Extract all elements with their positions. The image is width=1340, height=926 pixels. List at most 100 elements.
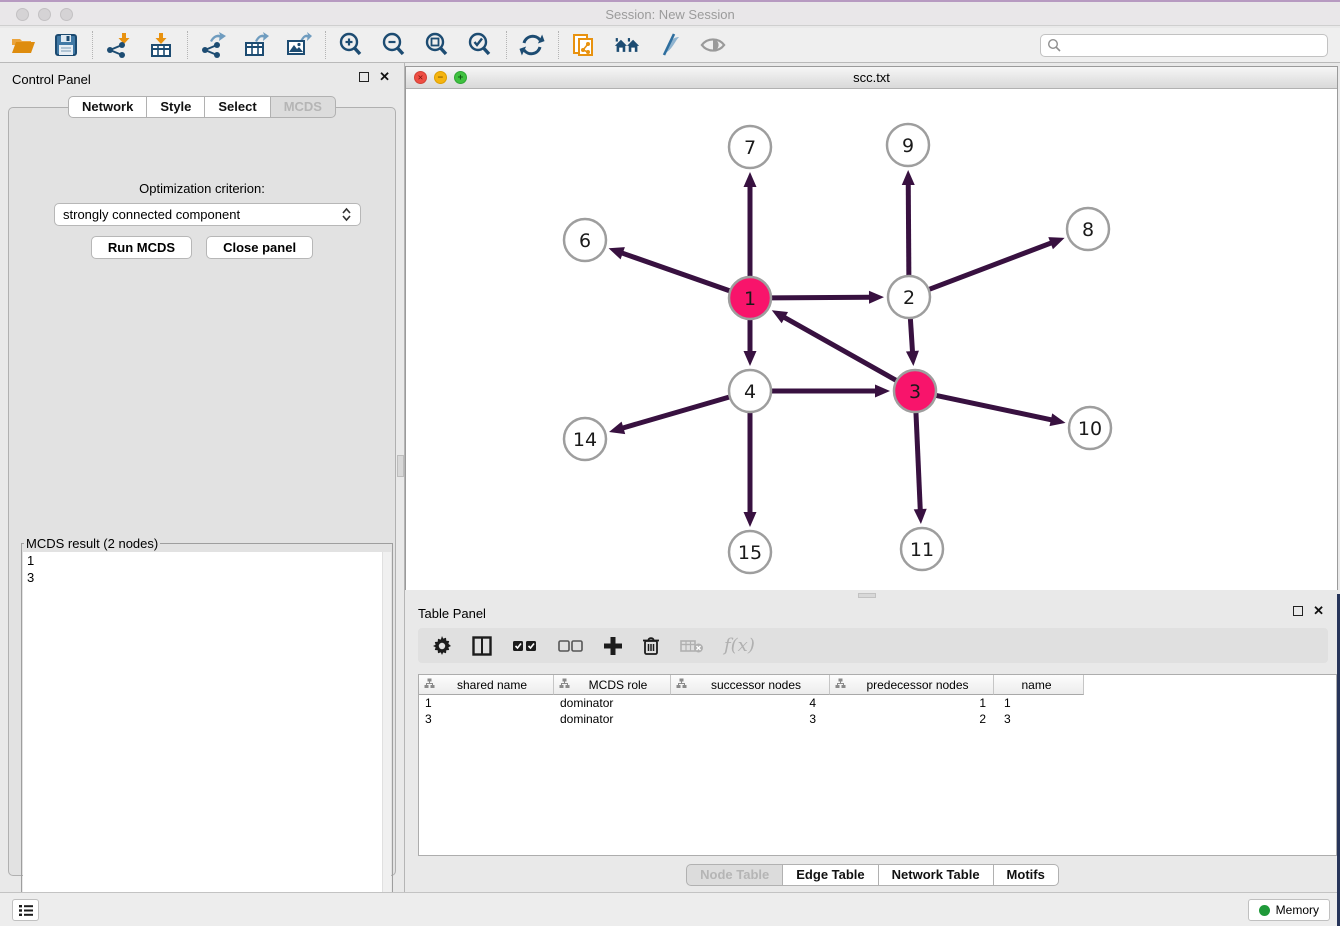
export-image-icon[interactable] — [286, 32, 312, 58]
node-table-header: shared name MCDS role successor nodesprede… — [419, 675, 1336, 695]
tab-mcds[interactable]: MCDS — [271, 96, 336, 118]
mcds-result-box: MCDS result (2 nodes) 1 3 — [21, 536, 393, 916]
main-toolbar — [0, 28, 1340, 63]
table-cell[interactable]: 1 — [994, 696, 1084, 710]
graph-edge[interactable] — [936, 395, 1052, 420]
control-panel: Control Panel ✕ Network Style Select MCD… — [0, 63, 404, 892]
graph-edge[interactable] — [622, 253, 730, 291]
table-cell[interactable]: 4 — [671, 696, 830, 710]
table-cell[interactable]: 3 — [419, 712, 554, 726]
zoom-out-icon[interactable] — [381, 32, 407, 58]
float-table-panel-icon[interactable] — [1293, 606, 1303, 616]
column-header-successor-nodes[interactable]: successor nodes — [671, 675, 830, 695]
column-browser-icon[interactable] — [472, 636, 492, 656]
tab-node-table[interactable]: Node Table — [686, 864, 783, 886]
home-networks-icon[interactable] — [614, 32, 640, 58]
close-table-panel-icon[interactable]: ✕ — [1313, 606, 1324, 616]
graph-edge[interactable] — [908, 184, 909, 276]
zoom-fit-icon[interactable] — [424, 32, 450, 58]
graph-svg[interactable]: 7968124314101511 — [406, 89, 1337, 590]
zoom-selected-icon[interactable] — [467, 32, 493, 58]
table-cell[interactable]: 3 — [994, 712, 1084, 726]
table-tabs: Node Table Edge Table Network Table Moti… — [405, 864, 1340, 886]
table-cell[interactable]: 3 — [671, 712, 830, 726]
save-session-icon[interactable] — [53, 32, 79, 58]
table-cell[interactable]: 2 — [830, 712, 994, 726]
search-input[interactable] — [1062, 36, 1327, 55]
status-menu-button[interactable] — [12, 899, 39, 921]
node-table[interactable]: shared name MCDS role successor nodesprede… — [418, 674, 1337, 856]
tab-motifs[interactable]: Motifs — [994, 864, 1059, 886]
criterion-value: strongly connected component — [63, 207, 341, 222]
delete-column-trash-icon[interactable] — [642, 636, 660, 656]
export-table-icon[interactable] — [243, 32, 269, 58]
table-row[interactable]: 1dominator411 — [419, 695, 1336, 711]
column-type-icon — [424, 678, 435, 692]
session-title: Session: New Session — [0, 7, 1340, 22]
search-box[interactable] — [1040, 34, 1328, 57]
table-cell[interactable]: dominator — [554, 696, 671, 710]
column-header-label: MCDS role — [570, 678, 670, 692]
graph-edge-arrowhead — [609, 422, 625, 434]
table-options-gear-icon[interactable] — [432, 636, 452, 656]
table-row[interactable]: 3dominator323 — [419, 711, 1336, 727]
float-panel-icon[interactable] — [359, 72, 369, 82]
column-header-MCDS-role[interactable]: MCDS role — [554, 675, 671, 695]
table-divider-grip[interactable] — [858, 593, 876, 598]
import-table-icon[interactable] — [148, 32, 174, 58]
run-mcds-button[interactable]: Run MCDS — [91, 236, 192, 259]
column-header-shared-name[interactable]: shared name — [419, 675, 554, 695]
table-cell[interactable]: dominator — [554, 712, 671, 726]
tab-style[interactable]: Style — [147, 96, 205, 118]
panel-divider-grip[interactable] — [397, 455, 404, 477]
column-header-name[interactable]: name — [994, 675, 1084, 695]
control-panel-tabs: Network Style Select MCDS — [0, 96, 404, 118]
tab-edge-table[interactable]: Edge Table — [783, 864, 878, 886]
open-session-icon[interactable] — [10, 32, 36, 58]
graph-edge[interactable] — [929, 243, 1052, 290]
close-panel-button[interactable]: Close panel — [206, 236, 313, 259]
clone-network-icon[interactable] — [571, 32, 597, 58]
graph-edge-arrowhead — [869, 291, 884, 304]
tab-network[interactable]: Network — [68, 96, 147, 118]
column-header-label: name — [994, 678, 1083, 692]
graph-node-label: 15 — [738, 542, 762, 564]
graph-edge[interactable] — [910, 318, 912, 352]
column-header-predecessor-nodes[interactable]: predecessor nodes — [830, 675, 994, 695]
graph-edge[interactable] — [622, 397, 729, 428]
mcds-result-area[interactable]: 1 3 — [23, 552, 391, 914]
create-column-plus-icon[interactable] — [604, 637, 622, 655]
graph-edge-arrowhead — [744, 172, 757, 187]
graph-edge-arrowhead — [744, 351, 757, 366]
result-scrollbar[interactable] — [382, 552, 391, 914]
column-header-label: successor nodes — [687, 678, 829, 692]
import-network-icon[interactable] — [105, 32, 131, 58]
graph-edge[interactable] — [784, 317, 897, 381]
graph-edge[interactable] — [771, 297, 870, 298]
table-cell[interactable]: 1 — [830, 696, 994, 710]
unselect-all-columns-icon[interactable] — [558, 639, 584, 653]
criterion-select[interactable]: strongly connected component — [54, 203, 361, 226]
export-network-icon[interactable] — [200, 32, 226, 58]
table-cell[interactable]: 1 — [419, 696, 554, 710]
graph-edge-arrowhead — [914, 509, 927, 524]
tab-network-table[interactable]: Network Table — [879, 864, 994, 886]
close-panel-icon[interactable]: ✕ — [379, 72, 390, 82]
graph-edge-arrowhead — [1048, 237, 1064, 249]
graph-edge-arrowhead — [875, 385, 890, 398]
graphics-details-icon[interactable] — [657, 32, 683, 58]
eye-icon — [700, 32, 726, 58]
graph-edge-arrowhead — [906, 351, 919, 366]
graph-node-label: 1 — [744, 288, 756, 310]
graph-edge[interactable] — [916, 412, 920, 510]
refresh-layout-icon[interactable] — [519, 32, 545, 58]
graph-edge-arrowhead — [1050, 413, 1066, 426]
titlebar: Session: New Session — [0, 0, 1340, 26]
graph-node-label: 10 — [1078, 418, 1102, 440]
tab-select[interactable]: Select — [205, 96, 270, 118]
node-table-body: 1dominator4113dominator323 — [419, 695, 1336, 727]
network-window-titlebar[interactable]: ✕ − + scc.txt — [406, 67, 1337, 89]
select-all-columns-icon[interactable] — [512, 639, 538, 653]
memory-button[interactable]: Memory — [1248, 899, 1330, 921]
zoom-in-icon[interactable] — [338, 32, 364, 58]
